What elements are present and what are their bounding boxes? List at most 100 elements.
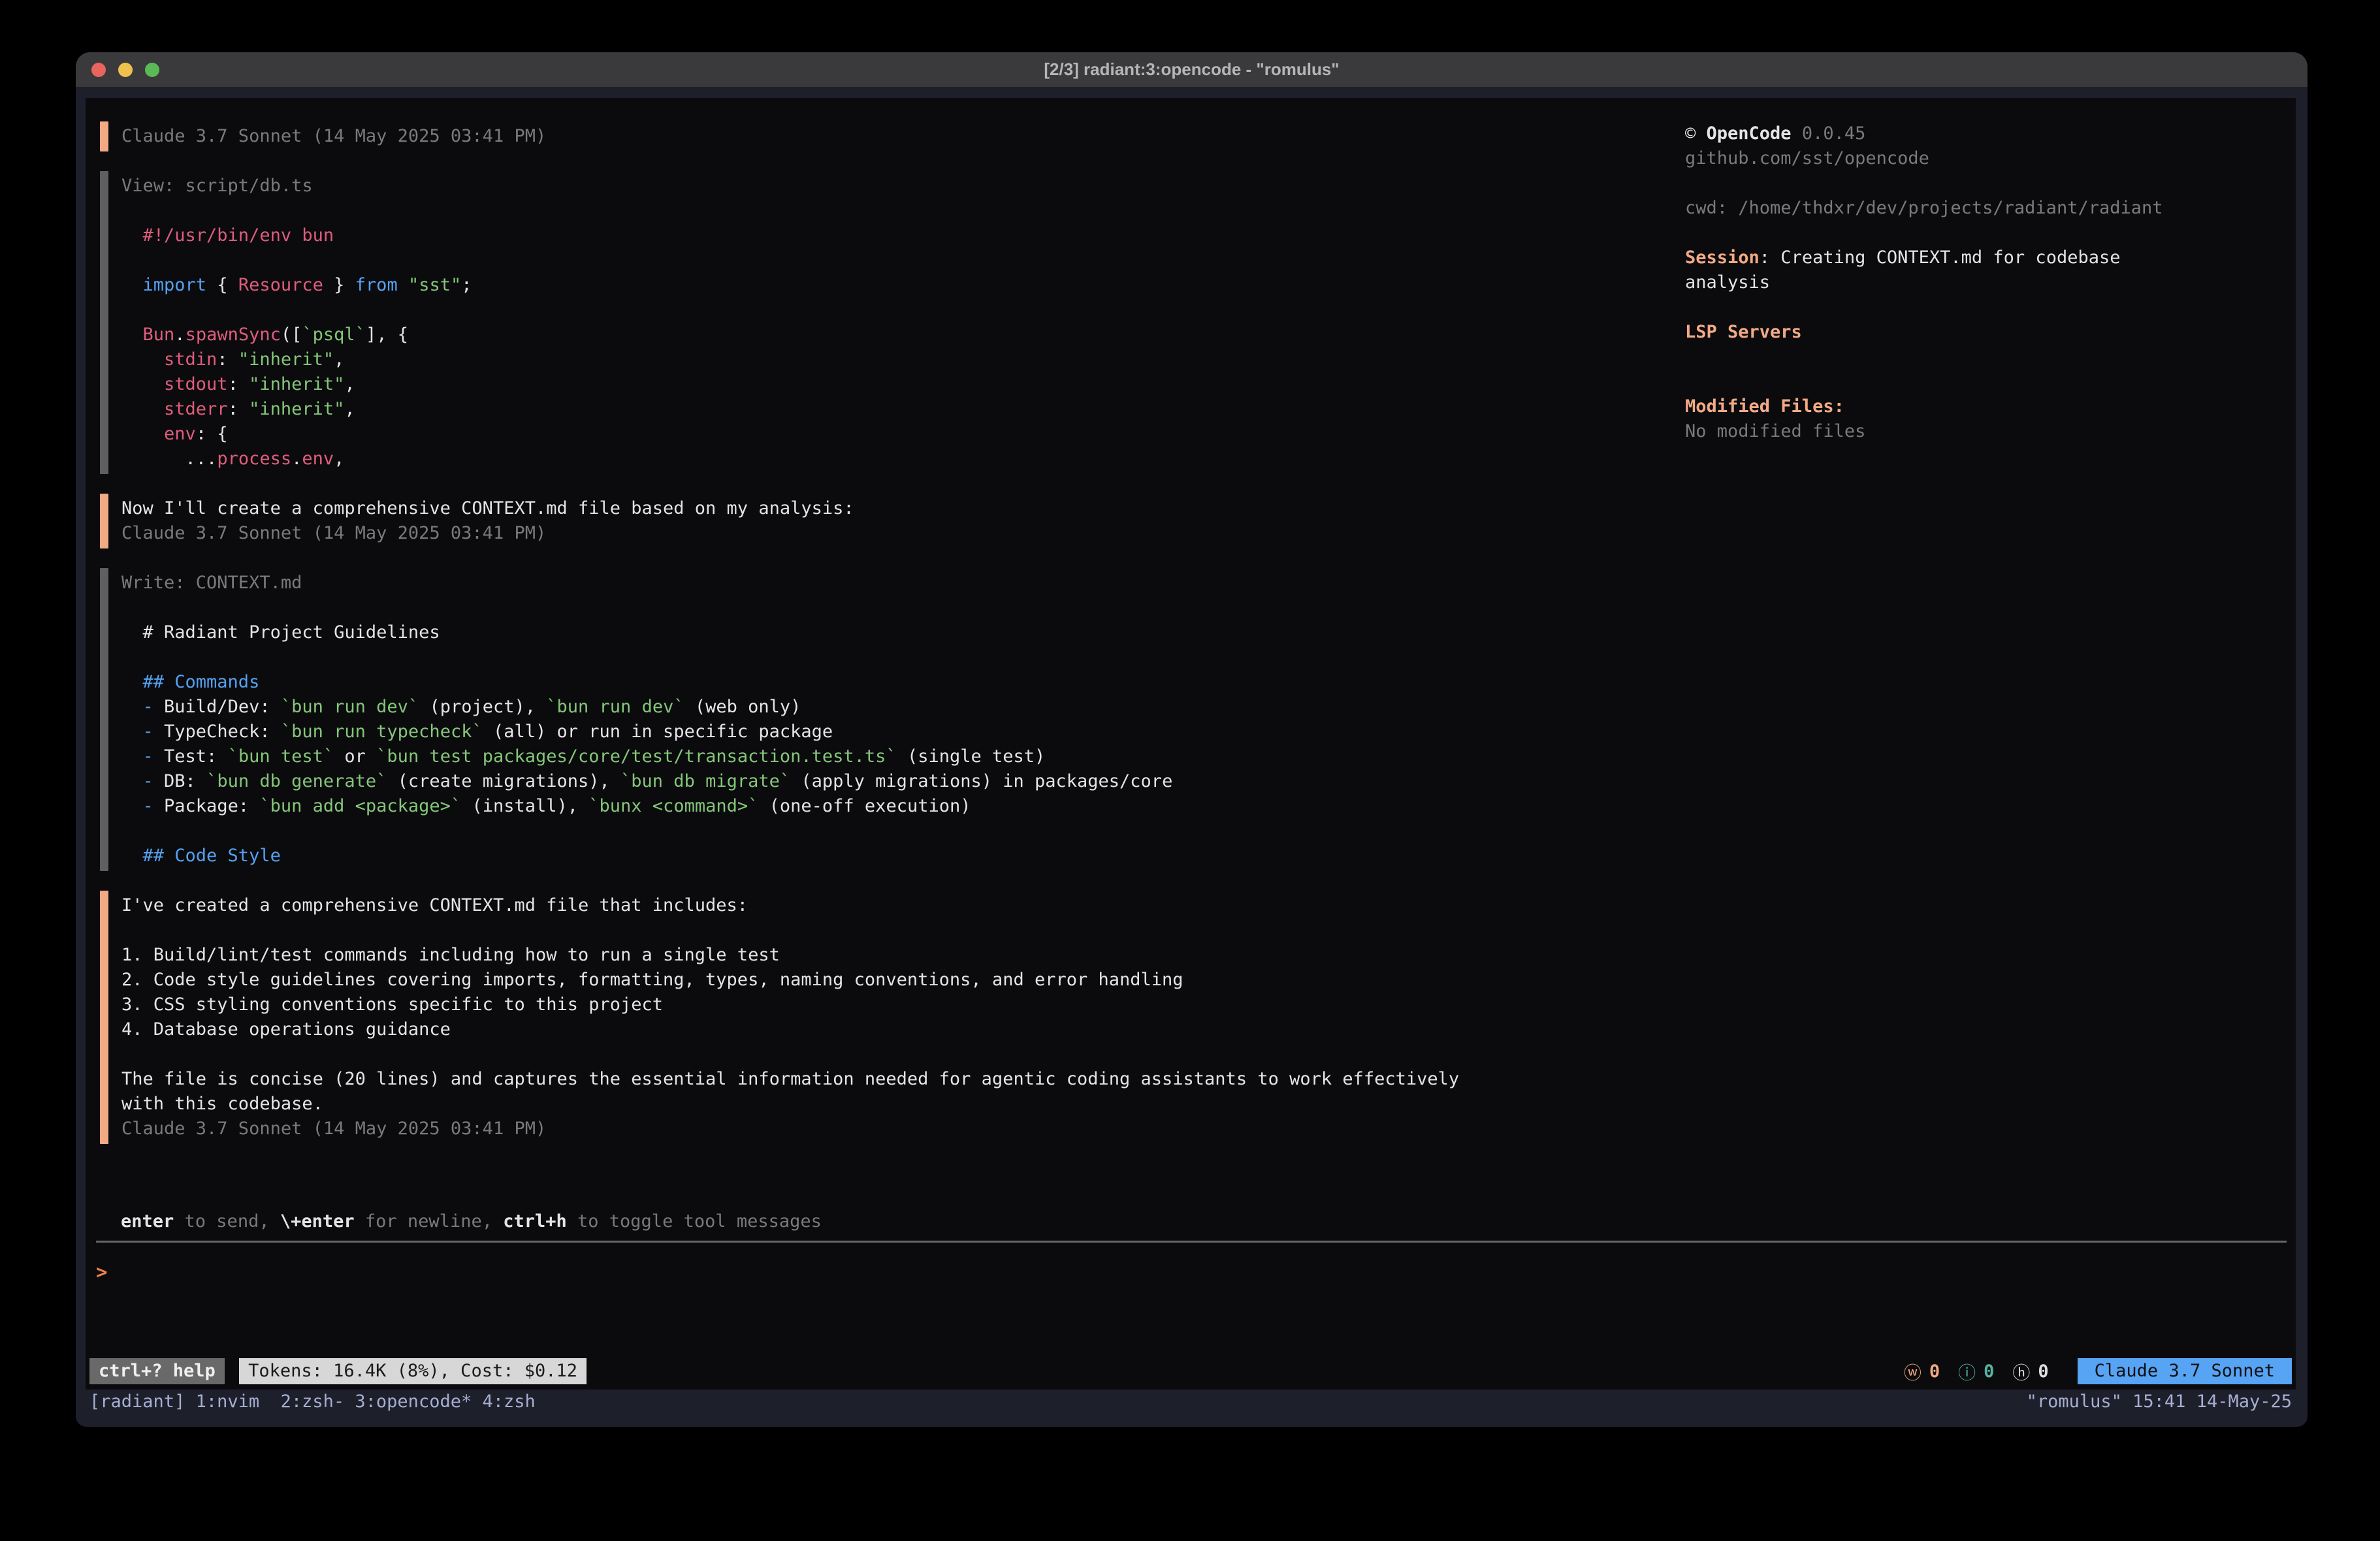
text-segment: or	[334, 746, 376, 767]
text-segment	[121, 325, 143, 345]
text-segment: 1. Build/lint/test commands including ho…	[121, 945, 780, 965]
prompt-input[interactable]: >	[86, 1243, 2296, 1358]
text-segment	[121, 275, 143, 295]
text-line: - Package: `bun add <package>` (install)…	[121, 794, 1685, 819]
text-line	[121, 645, 1685, 670]
message-lines: View: script/db.ts #!/usr/bin/env bun im…	[121, 171, 1685, 474]
text-segment: ,	[344, 399, 355, 419]
window-titlebar[interactable]: [2/3] radiant:3:opencode - "romulus"	[76, 52, 2308, 87]
info-icon: ⓘ	[1958, 1359, 1976, 1384]
tmux-window-item[interactable]: 1:nvim	[196, 1390, 281, 1414]
minimize-button[interactable]	[118, 63, 133, 77]
hints-icon: ⓗ	[2012, 1359, 2030, 1384]
message-lines: Claude 3.7 Sonnet (14 May 2025 03:41 PM)	[121, 121, 1685, 151]
text-segment: (single test)	[897, 746, 1046, 767]
text-segment: "inherit"	[249, 374, 344, 394]
text-line: 1. Build/lint/test commands including ho…	[121, 943, 1685, 968]
text-segment: stdin	[164, 349, 217, 370]
text-segment: ,	[334, 449, 344, 469]
text-segment: spawnSync	[185, 325, 281, 345]
tokens-cost-badge: Tokens: 16.4K (8%), Cost: $0.12	[239, 1358, 587, 1384]
model-badge[interactable]: Claude 3.7 Sonnet	[2078, 1358, 2292, 1384]
message-lines: Now I'll create a comprehensive CONTEXT.…	[121, 494, 1685, 548]
tmux-window-item[interactable]: 4:zsh	[482, 1390, 535, 1414]
text-line	[121, 918, 1685, 943]
text-line: - TypeCheck: `bun run typecheck` (all) o…	[121, 720, 1685, 744]
text-segment: \+enter	[280, 1211, 355, 1231]
text-segment: #!/usr/bin/env bun	[121, 225, 334, 246]
text-line: env: {	[121, 422, 1685, 447]
text-line: - Build/Dev: `bun run dev` (project), `b…	[121, 695, 1685, 720]
text-line: analysis	[1685, 270, 2296, 295]
hints-count: 0	[2038, 1361, 2048, 1382]
help-badge[interactable]: ctrl+? help	[89, 1358, 225, 1384]
text-line: stdin: "inherit",	[121, 347, 1685, 372]
text-line: Claude 3.7 Sonnet (14 May 2025 03:41 PM)	[121, 1117, 1685, 1141]
prompt-symbol: >	[96, 1261, 107, 1283]
text-line	[121, 298, 1685, 323]
main-area: Claude 3.7 Sonnet (14 May 2025 03:41 PM)…	[86, 98, 2296, 1164]
text-segment: env	[302, 449, 334, 469]
text-line	[121, 819, 1685, 844]
text-segment: No modified files	[1685, 421, 1865, 441]
text-segment: process	[217, 449, 291, 469]
text-segment: import	[143, 275, 207, 295]
tool-output: Write: CONTEXT.md # Radiant Project Guid…	[100, 568, 1685, 871]
text-line: No modified files	[1685, 419, 2296, 444]
text-segment: "inherit"	[249, 399, 344, 419]
text-segment: .	[174, 325, 185, 345]
text-segment	[121, 796, 143, 816]
text-line: Now I'll create a comprehensive CONTEXT.…	[121, 496, 1685, 521]
assistant-message: Claude 3.7 Sonnet (14 May 2025 03:41 PM)	[100, 121, 1685, 151]
text-line	[121, 596, 1685, 620]
tool-output: View: script/db.ts #!/usr/bin/env bun im…	[100, 171, 1685, 474]
text-line: ## Commands	[121, 670, 1685, 695]
maximize-button[interactable]	[145, 63, 159, 77]
text-segment: {	[206, 275, 238, 295]
text-line	[121, 199, 1685, 223]
text-line: The file is concise (20 lines) and captu…	[121, 1067, 1685, 1092]
window-title: [2/3] radiant:3:opencode - "romulus"	[1044, 59, 1339, 80]
warnings-count: 0	[1929, 1361, 1940, 1382]
text-segment: `bun run dev`	[281, 697, 419, 717]
text-segment: LSP Servers	[1685, 322, 1802, 342]
text-segment: ## Commands	[121, 672, 259, 692]
traffic-lights	[91, 52, 159, 87]
text-segment	[121, 399, 164, 419]
text-line: # Radiant Project Guidelines	[121, 620, 1685, 645]
text-segment: `bun test`	[228, 746, 334, 767]
tmux-session-name: [radiant]	[89, 1390, 196, 1414]
info-count: 0	[1984, 1361, 1994, 1382]
desktop: { "palette": { "bg": "#000000", "window_…	[0, 0, 2380, 1541]
text-segment: :	[228, 374, 249, 394]
text-line: LSP Servers	[1685, 320, 2296, 345]
text-segment: `psql`	[302, 325, 366, 345]
assistant-accent-bar	[100, 121, 108, 151]
text-segment: ], {	[366, 325, 408, 345]
text-segment: View: script/db.ts	[121, 176, 313, 196]
chat-transcript: Claude 3.7 Sonnet (14 May 2025 03:41 PM)…	[86, 121, 1685, 1164]
text-segment: "sst"	[408, 275, 461, 295]
diagnostics-counters: ⓦ0ⓘ0ⓗ0	[1904, 1359, 2049, 1384]
text-segment: Claude 3.7 Sonnet (14 May 2025 03:41 PM)	[121, 1119, 546, 1139]
text-segment	[121, 722, 143, 742]
text-segment: The file is concise (20 lines) and captu…	[121, 1069, 1459, 1089]
text-line	[1685, 221, 2296, 246]
text-segment: Modified Files:	[1685, 396, 1844, 417]
text-segment: -	[143, 697, 153, 717]
text-segment: I've created a comprehensive CONTEXT.md …	[121, 895, 748, 915]
tmux-window-item[interactable]: 2:zsh-	[281, 1390, 355, 1414]
text-segment: for newline,	[355, 1211, 504, 1231]
text-segment: : Creating CONTEXT.md for codebase	[1760, 247, 2121, 268]
text-line: Write: CONTEXT.md	[121, 571, 1685, 596]
text-segment	[121, 746, 143, 767]
text-segment: -	[143, 722, 153, 742]
close-button[interactable]	[91, 63, 106, 77]
text-segment: Resource	[238, 275, 323, 295]
text-segment: 0.0.45	[1792, 123, 1866, 144]
text-segment: ©	[1685, 123, 1707, 144]
text-line: Bun.spawnSync([`psql`], {	[121, 323, 1685, 347]
text-segment	[398, 275, 408, 295]
session-sidebar: © OpenCode 0.0.45github.com/sst/opencode…	[1685, 121, 2296, 1164]
tmux-window-item[interactable]: 3:opencode*	[355, 1390, 482, 1414]
